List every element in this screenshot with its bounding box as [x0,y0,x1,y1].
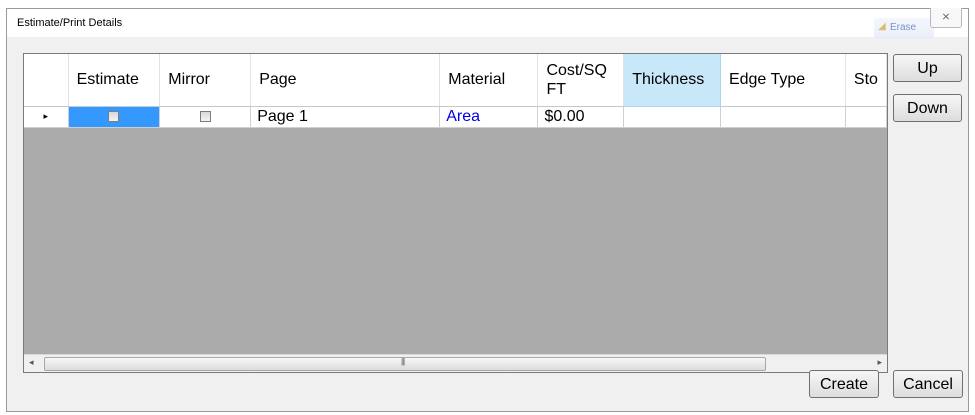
scrollbar-grip-icon: ||| [401,357,405,366]
background-erase-label: Erase [890,22,917,33]
estimate-checkbox[interactable] [108,110,120,122]
cancel-button[interactable]: Cancel [893,370,963,398]
column-header-sto[interactable]: Sto [845,54,887,107]
scrollbar-thumb[interactable]: ||| [44,357,766,371]
horizontal-scrollbar[interactable]: ◂ ||| ▸ [24,354,887,372]
create-button[interactable]: Create [809,370,879,398]
column-header-cost-sq-ft[interactable]: Cost/SQ FT [537,54,625,107]
close-button[interactable]: ⨯ [930,8,962,28]
up-button[interactable]: Up [893,54,962,82]
column-header-material[interactable]: Material [439,54,539,107]
window-title: Estimate/Print Details [17,17,123,29]
column-header-estimate[interactable]: Estimate [68,54,161,107]
material-cell[interactable]: Area [439,106,539,128]
current-row-indicator[interactable]: ▸ [24,106,69,128]
sto-cell[interactable] [845,106,887,128]
mirror-checkbox[interactable] [199,110,211,122]
scroll-left-icon[interactable]: ◂ [29,357,34,368]
column-header-page[interactable]: Page [250,54,441,107]
table-row[interactable]: ▸ Page 1 Area $0.00 [24,106,887,128]
background-erase-button: ◢ Erase [874,18,934,38]
estimate-cell[interactable] [68,106,161,128]
mirror-cell[interactable] [159,106,252,128]
scroll-right-icon[interactable]: ▸ [877,357,882,368]
edge-type-cell[interactable] [720,106,846,128]
page-cell[interactable]: Page 1 [250,106,441,128]
column-header-mirror[interactable]: Mirror [159,54,252,107]
thickness-cell[interactable] [623,106,721,128]
details-grid[interactable]: Estimate Mirror Page Material Cost/SQ FT… [23,53,888,373]
eraser-icon: ◢ [878,21,886,32]
down-button[interactable]: Down [893,94,962,122]
title-bar: Estimate/Print Details ◢ Erase ⨯ [7,8,968,38]
column-header-edge-type[interactable]: Edge Type [720,54,846,107]
cost-cell[interactable]: $0.00 [537,106,625,128]
estimate-print-details-dialog: Estimate/Print Details ◢ Erase ⨯ Estimat… [6,8,969,412]
row-header-corner [24,54,69,107]
column-header-thickness[interactable]: Thickness [623,54,721,107]
details-table: Estimate Mirror Page Material Cost/SQ FT… [24,54,887,128]
